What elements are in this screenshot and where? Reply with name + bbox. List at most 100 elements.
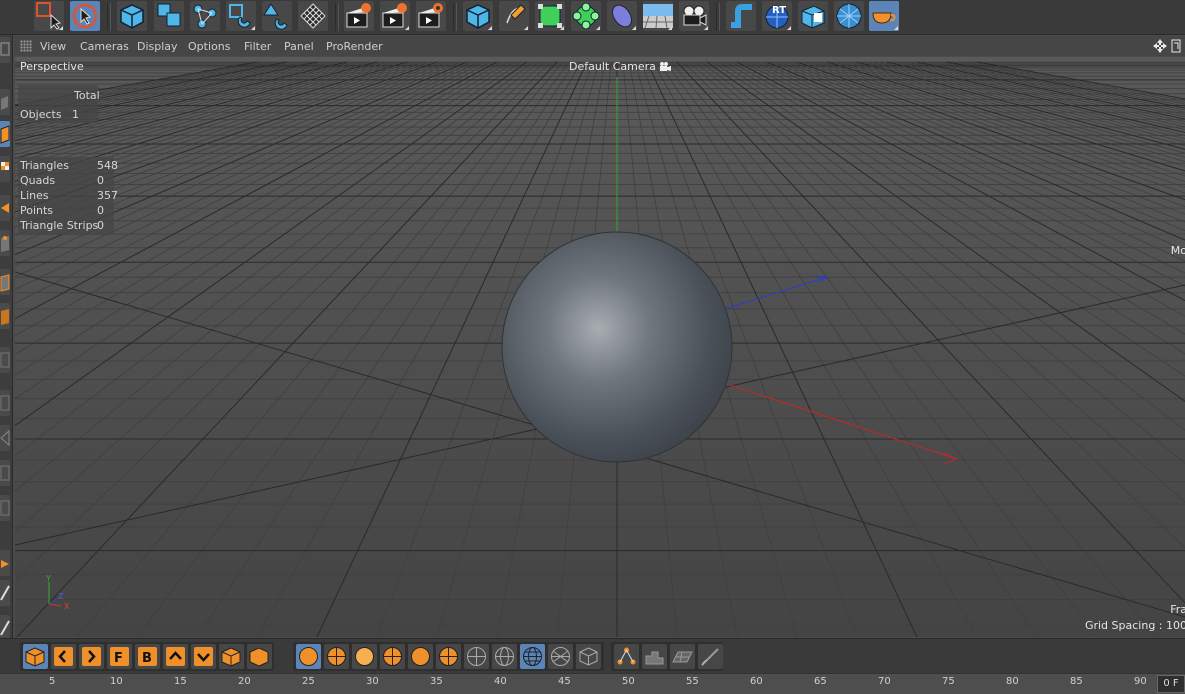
timeline-tick-label: 75	[942, 676, 955, 687]
timeline-tick-label: 40	[494, 676, 507, 687]
menu-options[interactable]: Options	[188, 40, 230, 53]
timeline-tick-label: 15	[174, 676, 187, 687]
sphere-gouraud-icon[interactable]	[296, 644, 321, 669]
edges-icon[interactable]	[0, 269, 10, 295]
sphere-wire-icon[interactable]	[352, 644, 377, 669]
camera-icon[interactable]	[679, 1, 709, 31]
next-key-icon[interactable]	[79, 644, 104, 669]
sphere-hidden-icon[interactable]	[492, 644, 517, 669]
workplane-icon[interactable]	[0, 390, 10, 416]
render-picture-viewer-icon[interactable]	[380, 1, 410, 31]
deformer-icon[interactable]	[607, 1, 637, 31]
svg-text:B: B	[142, 651, 152, 666]
make-editable-icon[interactable]	[0, 37, 10, 63]
stats-objects-value: 1	[72, 108, 79, 121]
sphere-skeleton-icon[interactable]	[436, 644, 461, 669]
pen-tool-icon[interactable]	[0, 580, 10, 606]
cube-icon[interactable]	[117, 1, 147, 31]
sphere-box-icon[interactable]	[408, 644, 433, 669]
uvw-icon[interactable]	[0, 347, 10, 373]
timeline-tick-label: 80	[1006, 676, 1019, 687]
stats-row-value: 0	[97, 219, 104, 232]
axis-label-x: X	[64, 602, 70, 611]
pipe-icon[interactable]	[726, 1, 756, 31]
box-wire-icon[interactable]	[576, 644, 601, 669]
axis-indicator-icon: Y Z X	[45, 574, 70, 611]
timeline-tick-label: 20	[238, 676, 251, 687]
axis-mode-icon[interactable]	[0, 425, 10, 451]
magnet-icon[interactable]	[262, 1, 292, 31]
timeline-tick-label: 85	[1070, 676, 1083, 687]
prorender-icon[interactable]: RT	[762, 1, 792, 31]
toolbar-separator	[335, 3, 339, 31]
menu-panel[interactable]: Panel	[284, 40, 314, 53]
stats-row-label: Points	[20, 204, 54, 217]
scale-objects-icon[interactable]	[154, 1, 184, 31]
stats-row-value: 0	[97, 174, 104, 187]
stats-row-value: 357	[97, 189, 118, 202]
sphere-object[interactable]	[501, 231, 733, 463]
sphere-isoparm-icon[interactable]	[380, 644, 405, 669]
toolbar-separator	[453, 3, 457, 31]
edit-render-settings-icon[interactable]	[416, 1, 446, 31]
menu-cameras[interactable]: Cameras	[80, 40, 129, 53]
timeline-tick-label: 10	[110, 676, 123, 687]
mesh-icon[interactable]	[298, 1, 328, 31]
sphere-wireframe-icon[interactable]	[548, 644, 573, 669]
menu-prorender[interactable]: ProRender	[326, 40, 383, 53]
model-mode-icon[interactable]	[247, 644, 272, 669]
brush-icon[interactable]	[698, 644, 723, 669]
sphere-globe-wire-icon[interactable]	[520, 644, 545, 669]
pen-spline-icon[interactable]	[499, 1, 529, 31]
menu-view[interactable]: View	[40, 40, 66, 53]
perspective-viewport[interactable]: Perspective Default Camera Total Objects…	[15, 57, 1185, 637]
checkerboard-icon[interactable]	[0, 156, 10, 182]
coffee-cup-icon[interactable]	[869, 1, 899, 31]
mode-label: Mo	[1170, 244, 1185, 257]
stats-row-value: 0	[97, 204, 104, 217]
current-frame-field[interactable]: 0 F	[1157, 675, 1185, 693]
polygons-icon[interactable]	[0, 303, 10, 329]
render-view-icon[interactable]	[344, 1, 374, 31]
f-key-icon[interactable]: F	[107, 644, 132, 669]
cube-primitive-icon[interactable]	[463, 1, 493, 31]
tweak-icon[interactable]	[0, 460, 10, 486]
viewport-navigation-icons[interactable]	[1153, 37, 1181, 55]
svg-text:RT: RT	[772, 5, 786, 16]
hierarchy-icon[interactable]	[614, 644, 639, 669]
make-editable-icon[interactable]	[23, 644, 48, 669]
object-mode-icon[interactable]	[219, 644, 244, 669]
floor-bake-icon[interactable]	[642, 644, 667, 669]
camera-small-icon	[659, 61, 672, 71]
floor-icon[interactable]	[643, 1, 673, 31]
move-icon[interactable]	[70, 1, 100, 31]
object-mode-icon[interactable]	[0, 121, 10, 147]
timeline-tick-label: 25	[302, 676, 315, 687]
timeline-ruler[interactable]: 5 10 15 20 25 30 35 40 45 50 55 60 65 70…	[0, 673, 1185, 694]
b-key-icon[interactable]: B	[135, 644, 160, 669]
panel-grip-icon[interactable]	[20, 40, 32, 52]
texture-icon[interactable]	[0, 195, 10, 221]
sphere-lines-icon[interactable]	[464, 644, 489, 669]
snap-icon[interactable]	[226, 1, 256, 31]
model-mode-icon[interactable]	[0, 89, 10, 115]
up-arrow-icon[interactable]	[163, 644, 188, 669]
sky-icon[interactable]	[798, 1, 828, 31]
stats-objects-label: Objects	[20, 108, 62, 121]
left-mode-palette	[0, 35, 13, 655]
solo-icon[interactable]	[0, 495, 10, 521]
plane-icon[interactable]	[670, 644, 695, 669]
live-selection-icon[interactable]	[34, 1, 64, 31]
sphere-globe-icon[interactable]	[834, 1, 864, 31]
points-icon[interactable]	[0, 230, 10, 256]
timeline-tick-label: 55	[686, 676, 699, 687]
menu-display[interactable]: Display	[137, 40, 178, 53]
rotate-icon[interactable]	[190, 1, 220, 31]
subdivision-icon[interactable]	[535, 1, 565, 31]
sphere-quick-icon[interactable]	[324, 644, 349, 669]
down-arrow-icon[interactable]	[191, 644, 216, 669]
menu-filter[interactable]: Filter	[244, 40, 271, 53]
cloner-icon[interactable]	[571, 1, 601, 31]
previous-key-icon[interactable]	[51, 644, 76, 669]
snap-mode-icon[interactable]	[0, 550, 10, 576]
